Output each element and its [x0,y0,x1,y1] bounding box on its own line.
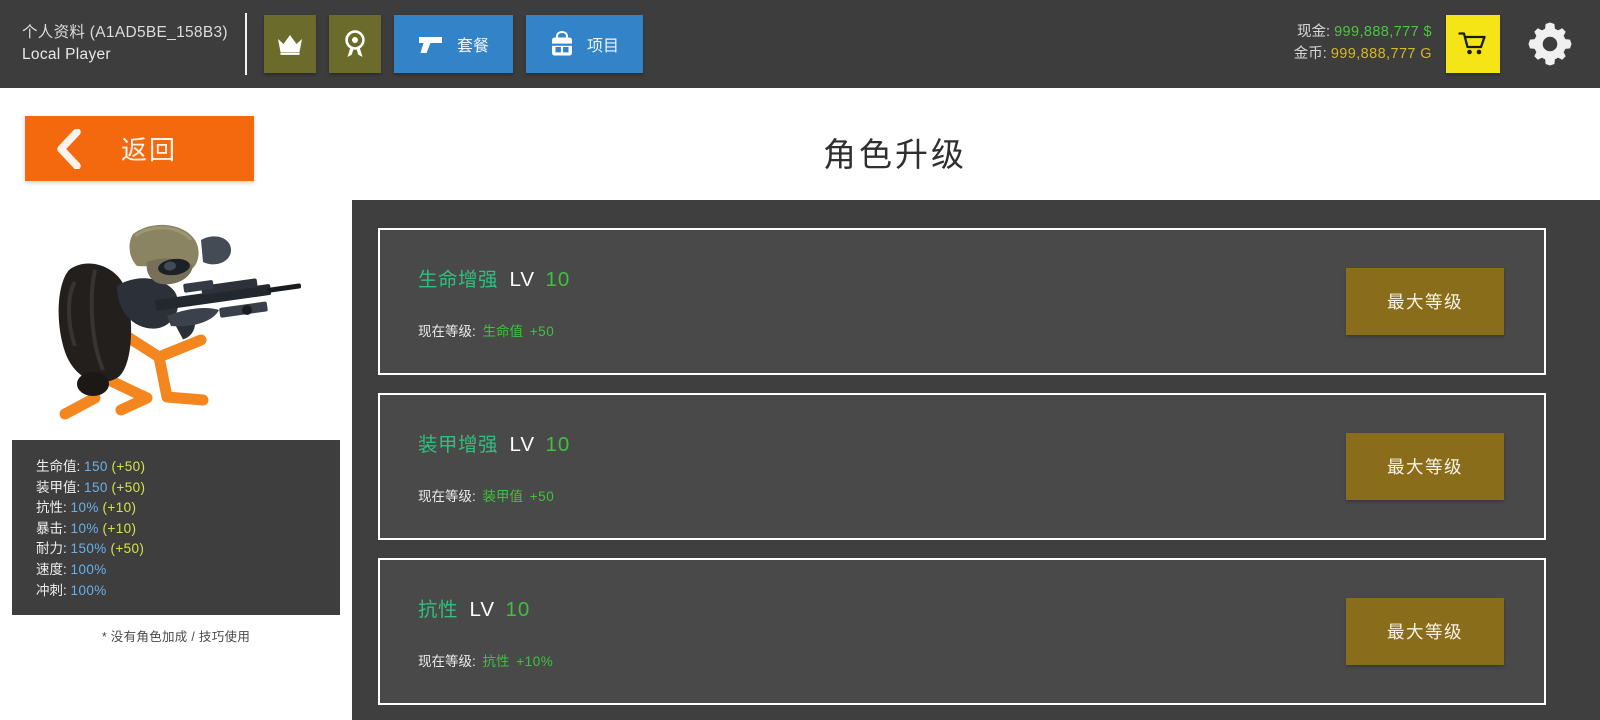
profile-subtitle: Local Player [22,46,111,63]
header-divider [245,13,247,75]
pistol-icon [418,34,444,54]
upgrade-current: 现在等级: 抗性 +10% [418,650,1346,670]
stat-value: 100% [70,561,107,577]
stat-value: 150 [84,459,108,474]
upgrade-current-stat: 抗性 [482,654,510,669]
loadout-tab[interactable]: 套餐 [394,15,514,73]
back-button-label: 返回 [121,135,178,165]
upgrade-lv-label: LV [509,268,536,291]
upgrade-cards: 生命增强 LV 10 现在等级: 生命值 +50 最大等级 装甲增强 LV 10… [378,228,1546,720]
stat-value: 150% [70,541,107,557]
stat-label: 生命值: [36,459,81,474]
upgrade-current-amount: +10% [516,654,554,669]
max-level-button-label: 最大等级 [1387,622,1463,642]
upgrade-current-amount: +50 [529,324,555,339]
currency-display: 现金: 999,888,777 $ 金币: 999,888,777 G [1294,22,1432,66]
upgrade-card[interactable]: 生命增强 LV 10 现在等级: 生命值 +50 最大等级 [378,228,1546,375]
upgrade-current-stat: 装甲值 [482,489,524,504]
stat-row: 装甲值: 150 (+50) [36,478,340,499]
upgrade-card[interactable]: 装甲增强 LV 10 现在等级: 装甲值 +50 最大等级 [378,393,1546,540]
loadout-tab-label: 套餐 [457,38,490,55]
stat-label: 耐力: [36,541,67,557]
stat-bonus: (+10) [102,520,137,536]
stat-label: 冲刺: [36,582,67,598]
chevron-left-icon [55,128,81,169]
upgrade-name: 生命增强 [418,269,499,291]
shopping-cart-icon [1458,31,1488,57]
gear-icon [1527,21,1573,67]
backpack-icon [550,31,574,57]
upgrade-card-body: 装甲增强 LV 10 现在等级: 装甲值 +50 [380,428,1346,505]
stat-bonus: (+50) [111,459,146,474]
stat-bonus: (+10) [102,500,137,516]
character-preview [12,200,340,438]
max-level-button[interactable]: 最大等级 [1346,598,1504,665]
upgrade-list-panel[interactable]: 生命增强 LV 10 现在等级: 生命值 +50 最大等级 装甲增强 LV 10… [352,200,1600,720]
stat-row: 速度: 100% [36,560,340,581]
shop-cart-button[interactable] [1446,15,1500,73]
max-level-button[interactable]: 最大等级 [1346,433,1504,500]
upgrade-card-body: 抗性 LV 10 现在等级: 抗性 +10% [380,593,1346,670]
gold-row: 金币: 999,888,777 G [1294,44,1432,66]
crown-icon [276,32,304,56]
upgrade-title: 装甲增强 LV 10 [418,428,1346,457]
upgrade-lv-label: LV [469,598,496,621]
page-title-text: 角色升级 [823,136,967,173]
upgrade-current-prefix: 现在等级: [418,489,476,504]
stat-value: 10% [70,520,99,536]
stat-label: 速度: [36,561,67,577]
stat-value: 10% [70,500,99,516]
max-level-button[interactable]: 最大等级 [1346,268,1504,335]
award-button[interactable] [329,15,381,73]
items-tab[interactable]: 项目 [526,15,644,73]
upgrade-current: 现在等级: 生命值 +50 [418,320,1346,340]
character-stats-panel: 生命值: 150 (+50) 装甲值: 150 (+50) 抗性: 10% (+… [12,440,340,615]
stat-row: 抗性: 10% (+10) [36,498,340,519]
upgrade-current-amount: +50 [529,489,555,504]
stats-footnote: * 没有角色加成 / 技巧使用 [101,630,251,644]
upgrade-current-stat: 生命值 [482,324,524,339]
stat-label: 暴击: [36,520,67,536]
upgrade-card[interactable]: 抗性 LV 10 现在等级: 抗性 +10% 最大等级 [378,558,1546,705]
cash-label: 现金: [1297,24,1331,41]
stat-label: 装甲值: [36,479,81,495]
award-ribbon-icon [342,30,368,58]
soldier-character-model [58,224,301,419]
stat-row: 耐力: 150% (+50) [36,539,340,560]
gold-label: 金币: [1293,46,1327,62]
back-button[interactable]: 返回 [25,116,254,181]
upgrade-name: 装甲增强 [418,434,499,456]
gold-value: 999,888,777 G [1330,46,1432,62]
cash-value: 999,888,777 $ [1334,24,1432,41]
cash-row: 现金: 999,888,777 $ [1297,22,1432,44]
stat-row: 冲刺: 100% [36,581,340,602]
upgrade-lv-label: LV [509,433,536,456]
crown-button[interactable] [264,15,316,73]
stat-label: 抗性: [36,500,67,516]
items-tab-label: 项目 [587,38,620,55]
upgrade-name: 抗性 [418,599,459,621]
upgrade-level: 10 [545,268,571,291]
upgrade-current-prefix: 现在等级: [418,654,476,669]
stat-row: 暴击: 10% (+10) [36,519,340,540]
upgrade-card-body: 生命增强 LV 10 现在等级: 生命值 +50 [380,263,1346,340]
upgrade-title: 生命增强 LV 10 [418,263,1346,292]
upgrade-current-prefix: 现在等级: [418,324,476,339]
stat-value: 100% [70,582,107,598]
stat-value: 150 [84,479,108,495]
upgrade-level: 10 [505,598,531,621]
profile-block: 个人资料 (A1AD5BE_158B3) Local Player [0,22,240,67]
max-level-button-label: 最大等级 [1387,457,1463,477]
profile-id: 个人资料 (A1AD5BE_158B3) [22,23,228,41]
settings-button[interactable] [1522,15,1578,73]
stat-row: 生命值: 150 (+50) [36,457,340,478]
upgrade-title: 抗性 LV 10 [418,593,1346,622]
stat-bonus: (+50) [110,541,145,557]
stat-bonus: (+50) [111,479,146,495]
upgrade-level: 10 [545,433,571,456]
upgrade-current: 现在等级: 装甲值 +50 [418,485,1346,505]
max-level-button-label: 最大等级 [1387,292,1463,312]
top-header: 个人资料 (A1AD5BE_158B3) Local Player 套餐 项目 … [0,0,1600,88]
